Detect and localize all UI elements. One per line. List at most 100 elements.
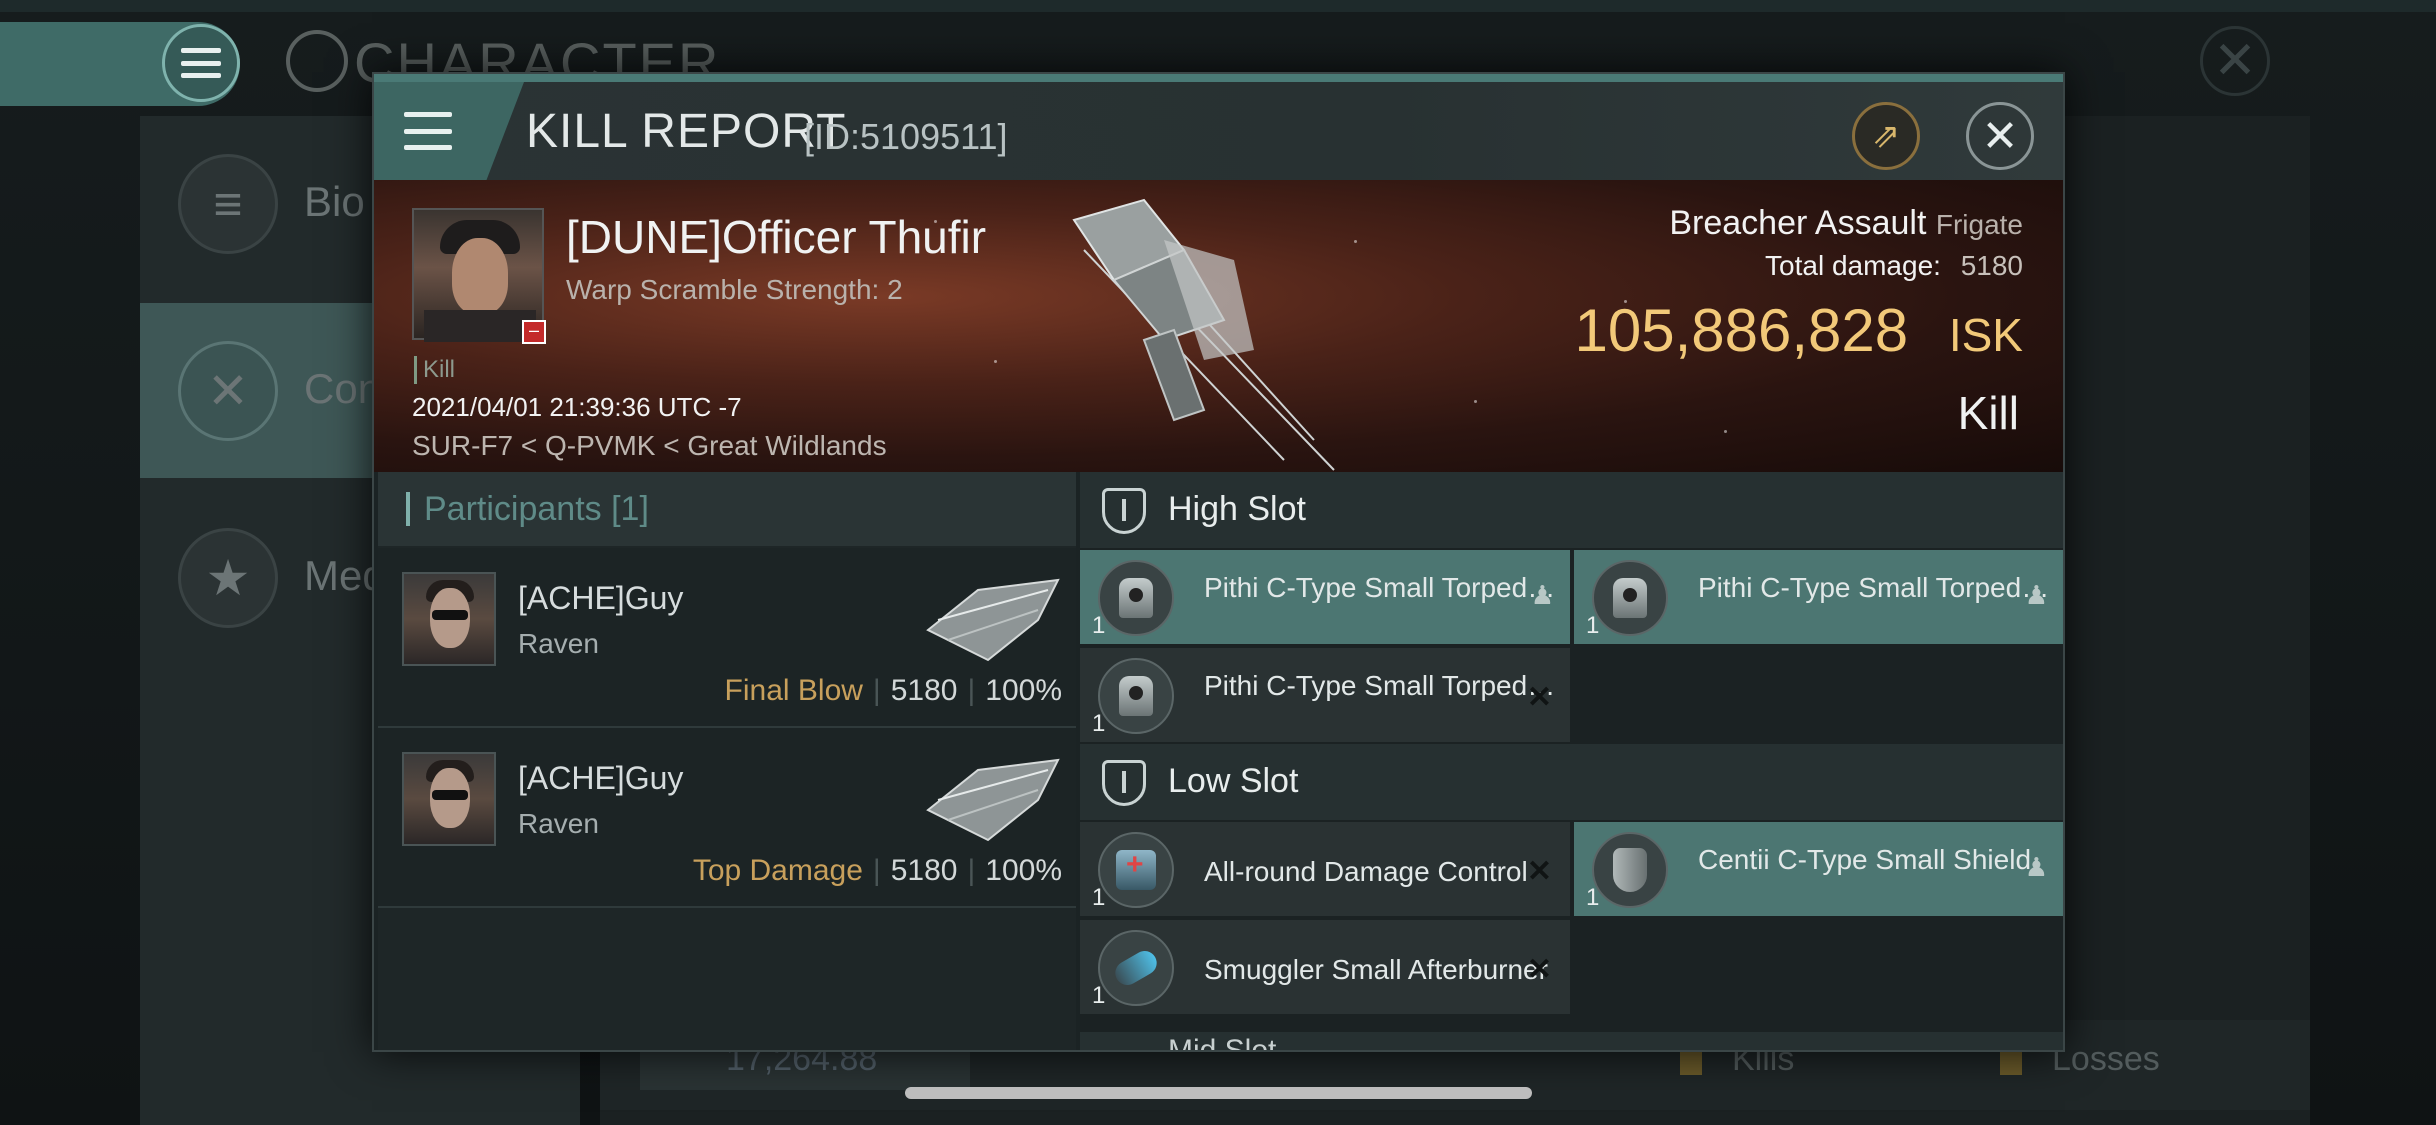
high-slot-module[interactable]: 1 Pithi C-Type Small Torpedo ... ♟ (1574, 550, 2063, 646)
crossed-swords-icon: ✕ (178, 341, 278, 441)
module-name: All-round Damage Control (1204, 856, 1528, 887)
damage-control-icon (1098, 832, 1174, 908)
close-button[interactable]: ✕ (1966, 102, 2034, 170)
high-slot-label: High Slot (1168, 490, 1306, 528)
standing-badge: – (522, 320, 546, 344)
low-slot-module[interactable]: 1 Centii C-Type Small Shield ♟ (1574, 822, 2063, 918)
losses-label: Losses (2052, 1040, 2160, 1078)
low-slot-header: Low Slot (1080, 744, 2063, 820)
destroyed-icon: ✕ (1526, 953, 1552, 986)
participant-damage: 5180 (890, 674, 958, 707)
torpedo-launcher-icon (1098, 658, 1174, 734)
module-quantity: 1 (1092, 612, 1106, 639)
module-quantity: 1 (1092, 884, 1106, 911)
slot-shield-icon (1102, 488, 1146, 534)
ship-name: Breacher Assault (1669, 204, 1927, 242)
low-slot-module[interactable]: 1 Smuggler Small Afterburner ✕ (1080, 920, 1570, 1016)
module-quantity: 1 (1092, 982, 1106, 1009)
total-damage-label: Total damage: (1765, 250, 1941, 281)
low-slot-label: Low Slot (1168, 762, 1299, 800)
participant-ship: Raven (518, 808, 599, 839)
participant-ship: Raven (518, 628, 599, 659)
module-name: Pithi C-Type Small Torpedo ... (1204, 572, 1564, 603)
participant-avatar (402, 572, 496, 666)
participant-row[interactable]: [ACHE]Guy Raven Top Damage | 5180 | 100% (378, 728, 1076, 908)
module-name: Pithi C-Type Small Torpedo ... (1698, 572, 2058, 603)
module-quantity: 1 (1586, 884, 1600, 911)
isk-value: 105,886,828 (1574, 297, 1909, 364)
modal-accent-line (374, 74, 2063, 82)
character-icon (286, 30, 348, 92)
top-status-bar (0, 0, 2436, 12)
participant-stats: Final Blow | 5180 | 100% (724, 674, 1062, 707)
participants-title: Participants [1] (424, 490, 649, 528)
modal-header: KILL REPORT [ID:5109511] ⇗ ✕ (374, 82, 2063, 180)
afterburner-icon (1098, 930, 1174, 1006)
participant-ship-image (926, 758, 1060, 842)
participant-name: [ACHE]Guy (518, 760, 684, 796)
fitting-panel: High Slot 1 Pithi C-Type Small Torpedo .… (1080, 472, 2063, 1052)
participant-damage: 5180 (890, 854, 958, 887)
destroyed-icon: ✕ (1526, 855, 1552, 888)
participant-tag: Top Damage (692, 854, 863, 887)
main-menu-button[interactable] (162, 24, 240, 102)
side-menu-label: Bio (304, 178, 365, 225)
ship-name-line[interactable]: Breacher Assault Frigate (1669, 204, 2023, 243)
modal-menu-button[interactable] (374, 82, 524, 180)
list-icon: ≡ (178, 154, 278, 254)
module-name: Pithi C-Type Small Torpedo ... (1204, 670, 1564, 701)
torpedo-launcher-icon (1592, 560, 1668, 636)
module-name: Centii C-Type Small Shield (1698, 844, 2032, 875)
mid-slot-header: Mid Slot (1080, 1032, 2063, 1052)
kill-report-modal: KILL REPORT [ID:5109511] ⇗ ✕ – [DUNE]Off… (372, 72, 2065, 1052)
background-close-button[interactable]: ✕ (2200, 26, 2270, 96)
side-menu-label: Con (304, 365, 382, 412)
participant-ship-image (926, 578, 1060, 662)
hamburger-icon (404, 112, 452, 150)
total-damage-line: Total damage: 5180 (1765, 250, 2023, 282)
dropped-icon: ♟ (2024, 580, 2048, 610)
isk-value-line: 105,886,828 ISK (1575, 296, 2024, 365)
share-button[interactable]: ⇗ (1852, 102, 1920, 170)
participant-tag: Final Blow (724, 674, 863, 707)
kill-location[interactable]: SUR-F7 < Q-PVMK < Great Wildlands (412, 430, 887, 462)
participant-percent: 100% (985, 854, 1062, 887)
ship-class: Frigate (1935, 209, 2023, 240)
module-quantity: 1 (1586, 612, 1600, 639)
mid-slot-label: Mid Slot (1168, 1034, 1277, 1052)
torpedo-launcher-icon (1098, 560, 1174, 636)
destroyed-icon: ✕ (1526, 681, 1552, 714)
victim-name[interactable]: [DUNE]Officer Thufir (566, 210, 986, 264)
victim-banner: – [DUNE]Officer Thufir Warp Scramble Str… (374, 180, 2063, 472)
isk-unit: ISK (1948, 309, 2023, 361)
high-slot-module[interactable]: 1 Pithi C-Type Small Torpedo ... ♟ (1080, 550, 1570, 646)
participant-avatar (402, 752, 496, 846)
high-slot-module[interactable]: 1 Pithi C-Type Small Torpedo ... ✕ (1080, 648, 1570, 744)
total-damage-value: 5180 (1960, 250, 2023, 281)
report-result: Kill (1957, 387, 2019, 439)
dropped-icon: ♟ (1530, 580, 1554, 610)
screen: CHARACTER ✕ ≡ Bio ✕ Con ★ Med 17,264.88 … (0, 0, 2436, 1125)
warp-scramble-strength: Warp Scramble Strength: 2 (566, 274, 903, 305)
module-name: Smuggler Small Afterburner (1204, 954, 1548, 985)
victim-ship-image (1072, 198, 1335, 471)
participant-name: [ACHE]Guy (518, 580, 684, 616)
external-link-icon: ⇗ (1871, 117, 1901, 155)
slot-shield-icon (1102, 760, 1146, 806)
star-icon: ★ (178, 528, 278, 628)
shield-module-icon (1592, 832, 1668, 908)
kill-tag: Kill (414, 356, 455, 384)
close-icon: ✕ (1981, 111, 2019, 161)
participants-panel: Participants [1] [ACHE]Guy Raven Final B… (378, 472, 1076, 1050)
participant-row[interactable]: [ACHE]Guy Raven Final Blow | 5180 | 100% (378, 548, 1076, 728)
high-slot-header: High Slot (1080, 472, 2063, 548)
kill-timestamp: 2021/04/01 21:39:36 UTC -7 (412, 392, 742, 422)
hamburger-icon (181, 48, 221, 78)
modal-title: KILL REPORT (526, 105, 847, 158)
home-indicator[interactable] (905, 1087, 1532, 1099)
module-quantity: 1 (1092, 710, 1106, 737)
report-id: [ID:5109511] (804, 116, 1008, 157)
participants-header: Participants [1] (378, 472, 1076, 546)
participant-percent: 100% (985, 674, 1062, 707)
low-slot-module[interactable]: 1 All-round Damage Control ✕ (1080, 822, 1570, 918)
